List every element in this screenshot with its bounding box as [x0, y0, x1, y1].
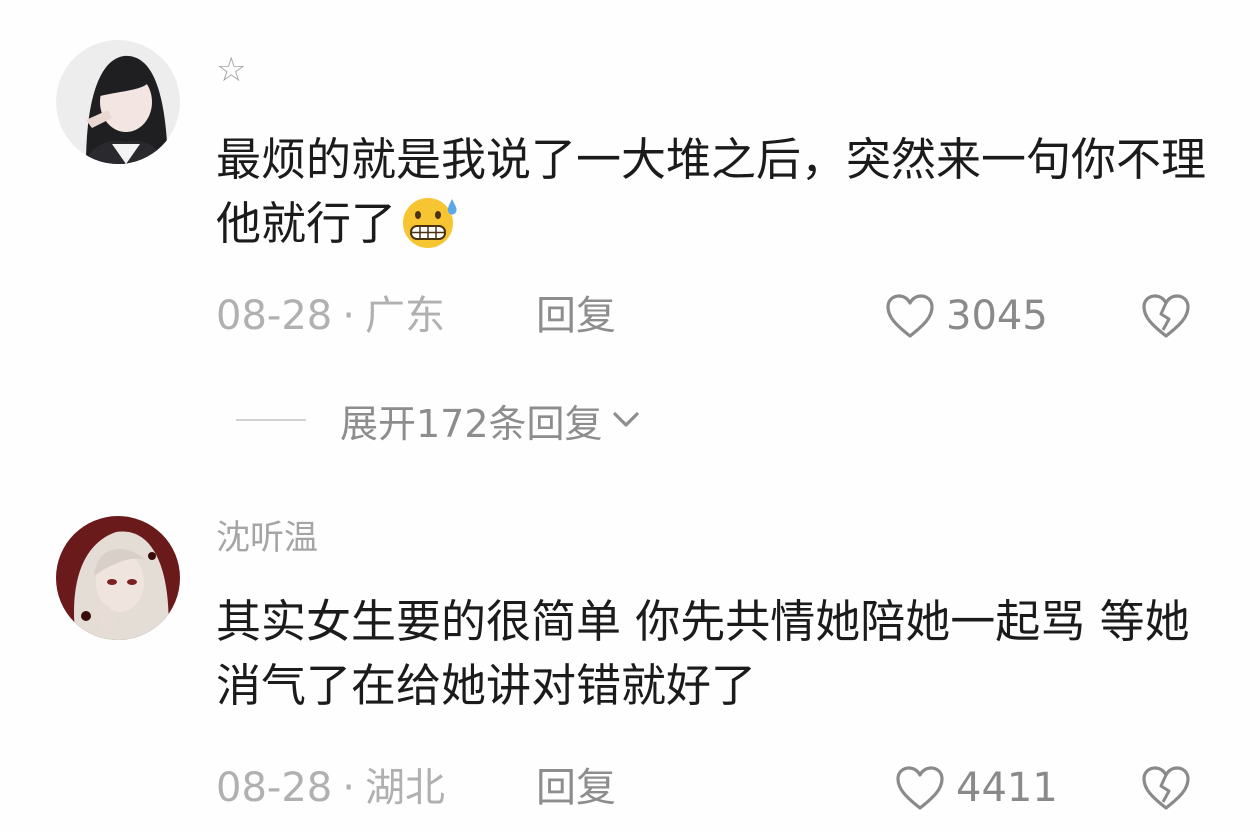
- comment-meta: 08-28 · 湖北 回复: [216, 762, 616, 814]
- divider-line: [236, 419, 306, 421]
- like-count: 4411: [956, 765, 1058, 811]
- broken-heart-icon[interactable]: [1140, 764, 1192, 812]
- comment-date: 08-28: [216, 765, 333, 811]
- comment-text: 最烦的就是我说了一大堆之后，突然来一句你不理他就行了: [216, 128, 1216, 256]
- comment-1: ☆ 最烦的就是我说了一大堆之后，突然来一句你不理他就行了 08-28 · 广东 回复…: [0, 0, 1260, 480]
- like-button[interactable]: 3045: [884, 290, 1048, 342]
- comment-2: 沈听温 其实女生要的很简单 你先共情她陪她一起骂 等她消气了在给她讲对错就好了 …: [0, 490, 1260, 832]
- comment-location: 湖北: [364, 765, 445, 811]
- separator-dot: ·: [342, 293, 355, 339]
- reply-button[interactable]: 回复: [536, 762, 616, 814]
- heart-icon: [886, 294, 934, 338]
- reply-button[interactable]: 回复: [536, 290, 616, 342]
- comment-text-content: 最烦的就是我说了一大堆之后，突然来一句你不理他就行了: [216, 133, 1207, 250]
- like-button[interactable]: 4411: [894, 762, 1058, 814]
- avatar[interactable]: [56, 516, 180, 640]
- chevron-down-icon: [612, 412, 639, 427]
- separator-dot: ·: [342, 765, 355, 811]
- comment-date: 08-28: [216, 293, 333, 339]
- comment-meta: 08-28 · 广东 回复: [216, 290, 616, 342]
- avatar[interactable]: [56, 40, 180, 164]
- expand-replies-button[interactable]: 展开172条回复: [236, 394, 641, 446]
- username[interactable]: 沈听温: [216, 518, 318, 558]
- username[interactable]: ☆: [216, 50, 246, 90]
- like-count: 3045: [946, 293, 1048, 339]
- heart-icon: [896, 766, 944, 810]
- comment-location: 广东: [364, 293, 445, 339]
- comment-text: 其实女生要的很简单 你先共情她陪她一起骂 等她消气了在给她讲对错就好了: [216, 595, 1190, 712]
- broken-heart-icon[interactable]: [1140, 292, 1192, 340]
- grimacing-sweat-emoji-icon: [403, 198, 457, 248]
- expand-replies-label: 展开172条回复: [340, 401, 603, 446]
